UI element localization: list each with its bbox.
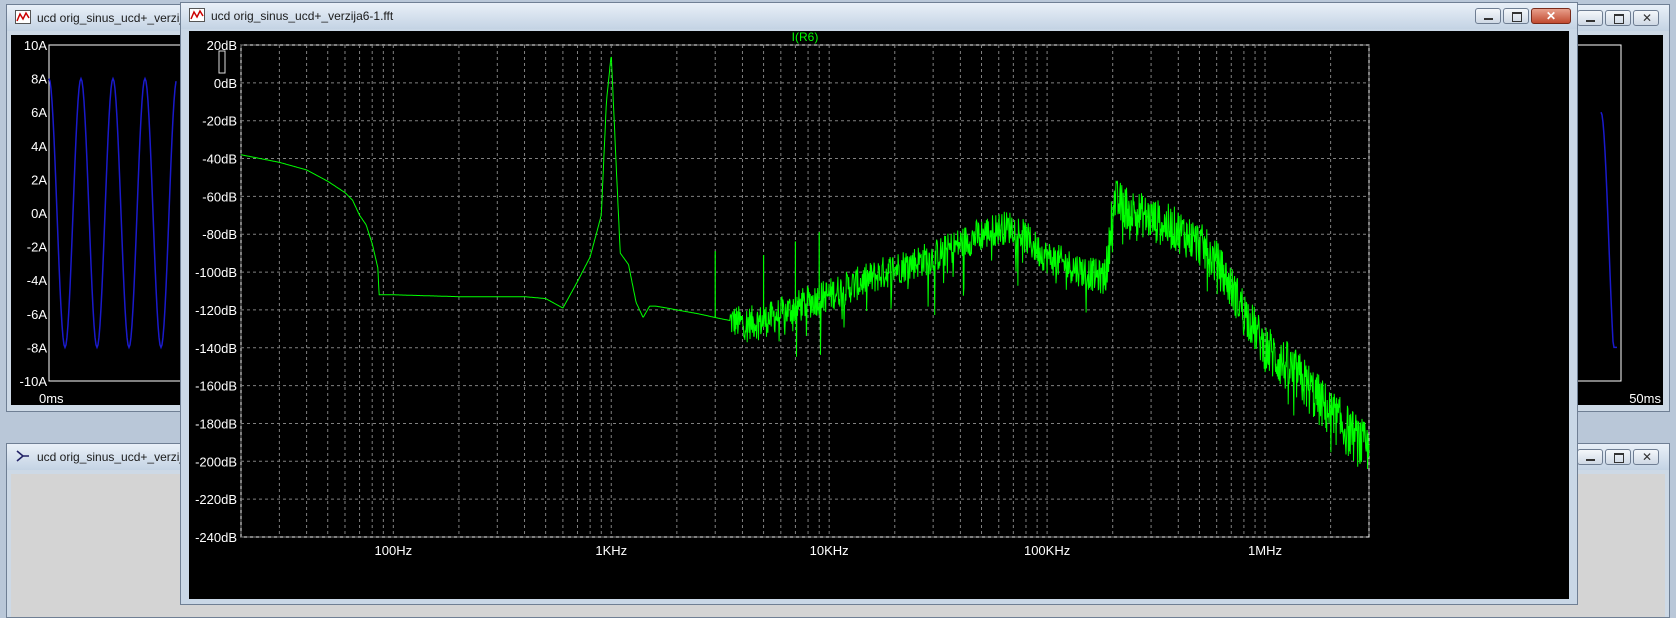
waveform-icon	[15, 10, 31, 24]
chart-title: I(R6)	[792, 31, 819, 44]
time-trace-left	[48, 76, 177, 350]
x-tick-label: 1KHz	[595, 543, 627, 558]
y-tick-label: 2A	[31, 172, 47, 187]
y-tick-label: 8A	[31, 72, 47, 87]
x-tick-label: 100Hz	[375, 543, 413, 558]
minimize-button[interactable]	[1475, 8, 1501, 24]
close-button[interactable]: ✕	[1633, 10, 1659, 26]
y-tick-label: -20dB	[202, 114, 237, 129]
x-start-label: 0ms	[39, 391, 64, 405]
y-tick-label: -120dB	[195, 303, 237, 318]
y-tick-label: -220dB	[195, 492, 237, 507]
cursor-marker	[218, 50, 226, 74]
close-button[interactable]: ✕	[1633, 449, 1659, 465]
y-tick-label: -60dB	[202, 189, 237, 204]
back-window-top-title: ucd orig_sinus_ucd+_verzija	[37, 11, 189, 25]
minimize-icon	[1586, 459, 1595, 461]
minimize-button[interactable]	[1577, 10, 1603, 26]
fft-window-titlebar[interactable]: ucd orig_sinus_ucd+_verzija6-1.fft ✕	[181, 3, 1577, 29]
x-tick-label: 10KHz	[810, 543, 849, 558]
close-icon: ✕	[1642, 450, 1653, 464]
y-tick-label: -40dB	[202, 152, 237, 167]
maximize-icon	[1614, 453, 1624, 463]
fft-plot-area[interactable]: 20dB 0dB -20dB -40dB -60dB -80dB -100dB -120dB -…	[189, 30, 1569, 599]
x-tick-label: 1MHz	[1248, 543, 1282, 558]
fft-window-title: ucd orig_sinus_ucd+_verzija6-1.fft	[211, 9, 394, 23]
fft-chart: 20dB0dB-20dB-40dB-60dB-80dB-100dB-120dB-…	[195, 30, 1370, 558]
maximize-button[interactable]	[1605, 449, 1631, 465]
y-tick-label: 6A	[31, 105, 47, 120]
minimize-button[interactable]	[1577, 449, 1603, 465]
y-tick-label: -200dB	[195, 454, 237, 469]
y-tick-label: -180dB	[195, 416, 237, 431]
minimize-icon	[1586, 20, 1595, 22]
maximize-icon	[1512, 12, 1522, 22]
y-tick-label: -160dB	[195, 379, 237, 394]
y-tick-label: -80dB	[202, 227, 237, 242]
maximize-icon	[1614, 14, 1624, 24]
y-tick-label: 10A	[24, 38, 47, 53]
x-end-label: 50ms	[1629, 391, 1661, 405]
close-icon: ✕	[1642, 11, 1653, 25]
schematic-icon	[16, 450, 29, 462]
minimize-icon	[1484, 18, 1493, 20]
fft-window[interactable]: ucd orig_sinus_ucd+_verzija6-1.fft ✕ 20d…	[180, 2, 1578, 605]
y-tick-label: -8A	[27, 340, 48, 355]
x-tick-label: 100KHz	[1024, 543, 1070, 558]
y-tick-label: 4A	[31, 139, 47, 154]
close-icon: ✕	[1546, 9, 1557, 23]
y-tick-label: -2A	[27, 240, 48, 255]
y-tick-label: -4A	[27, 273, 48, 288]
y-tick-label: -10A	[20, 374, 48, 389]
y-tick-label: 0A	[31, 206, 47, 221]
y-tick-label: 0dB	[214, 76, 237, 91]
maximize-button[interactable]	[1605, 10, 1631, 26]
back-window-bottom-title: ucd orig_sinus_ucd+_verzija	[37, 450, 189, 464]
waveform-icon	[189, 8, 205, 22]
y-tick-label: -6A	[27, 307, 48, 322]
close-button[interactable]: ✕	[1531, 8, 1571, 24]
time-trace-right	[1600, 111, 1617, 349]
y-tick-label: -140dB	[195, 341, 237, 356]
y-tick-label: -100dB	[195, 265, 237, 280]
maximize-button[interactable]	[1503, 8, 1529, 24]
y-tick-label: -240dB	[195, 530, 237, 545]
